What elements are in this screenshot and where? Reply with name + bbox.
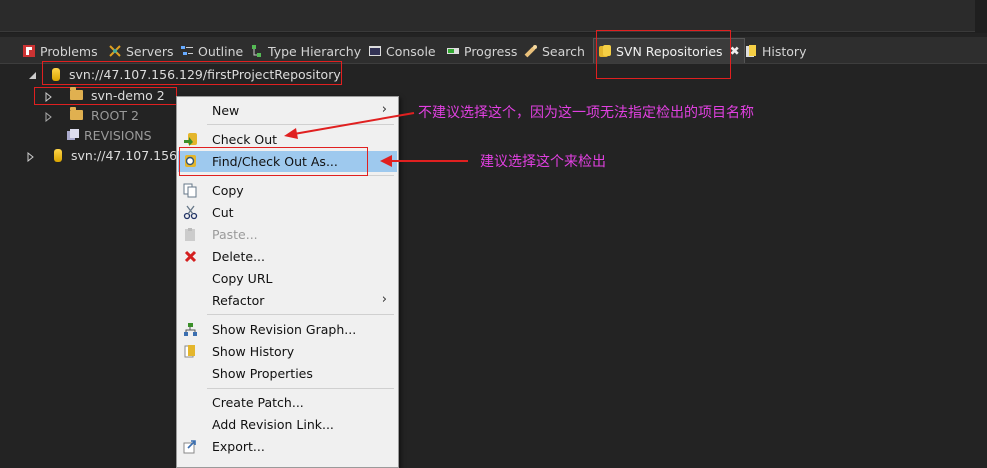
- arrow-head-icon: [284, 128, 298, 139]
- annotation-arrows: [284, 112, 468, 167]
- annotation-arrow-line: [293, 112, 415, 135]
- annotation-not-recommended: 不建议选择这个，因为这一项无法指定检出的项目名称: [418, 105, 754, 121]
- annotation-recommended: 建议选择这个来检出: [480, 154, 606, 170]
- arrow-head-icon: [380, 155, 392, 167]
